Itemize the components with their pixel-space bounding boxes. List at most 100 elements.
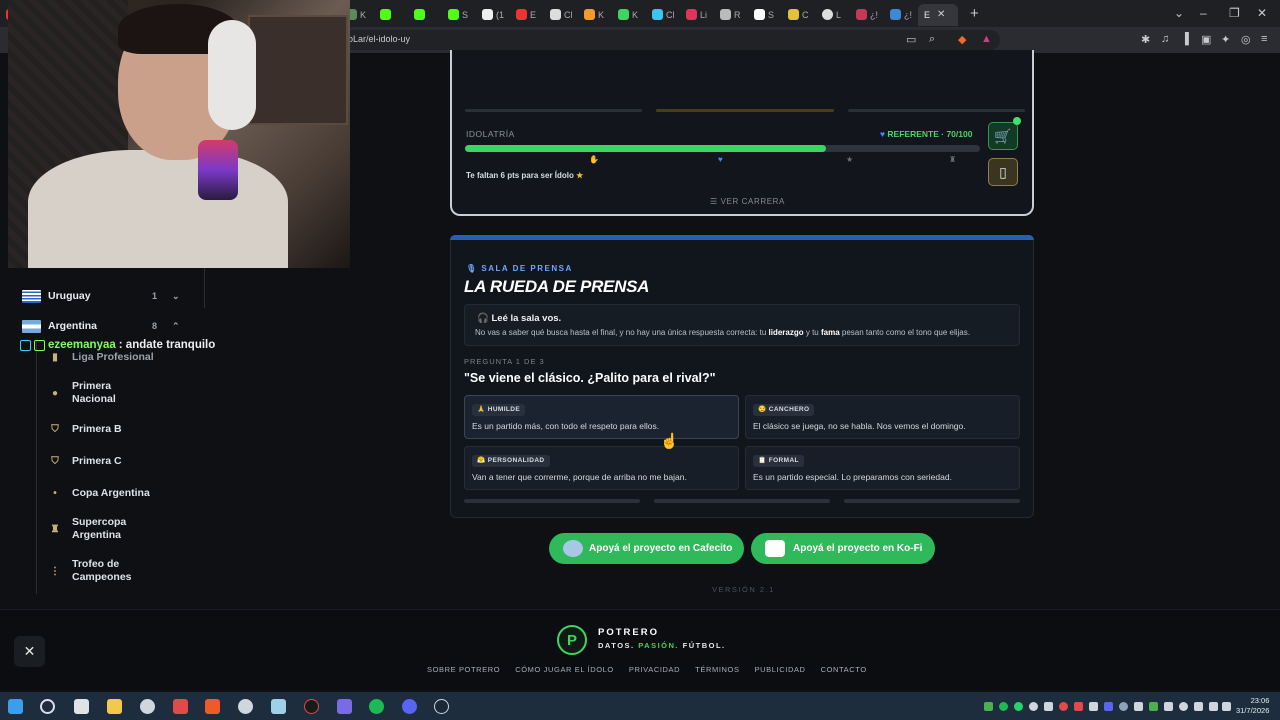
- tray-icon[interactable]: [1134, 702, 1143, 711]
- answer-option-formal[interactable]: 📋 FORMAL Es un partido especial. Lo prep…: [745, 446, 1020, 490]
- league-liga-profesional[interactable]: ▮ Liga Profesional: [48, 349, 198, 365]
- browser-tab-active[interactable]: E ✕: [918, 3, 958, 26]
- browser-tab[interactable]: K: [578, 4, 612, 26]
- browser-tab[interactable]: (1: [476, 4, 510, 26]
- footer-link-terminos[interactable]: TÉRMINOS: [695, 665, 739, 674]
- network-icon[interactable]: [1194, 702, 1203, 711]
- answer-option-canchero[interactable]: 😏 CANCHERO El clásico se juega, no se ha…: [745, 395, 1020, 439]
- zoom-icon[interactable]: ⌕: [929, 33, 935, 46]
- microphone-icon: 🎙: [466, 264, 478, 273]
- brave-icon[interactable]: [205, 699, 220, 714]
- footer-link-privacidad[interactable]: PRIVACIDAD: [629, 665, 680, 674]
- headphones-icon: 🎧: [477, 313, 489, 324]
- country-uruguay[interactable]: Uruguay 1 ⌄: [22, 286, 190, 306]
- vpn-icon[interactable]: ◎: [1241, 33, 1251, 46]
- tray-steam-icon[interactable]: [1119, 702, 1128, 711]
- discord-icon[interactable]: [402, 699, 417, 714]
- answer-option-personalidad[interactable]: 😤 PERSONALIDAD Van a tener que correrme,…: [464, 446, 739, 490]
- obs-icon[interactable]: [238, 699, 253, 714]
- close-tab-icon[interactable]: ✕: [937, 9, 945, 20]
- windows-start-icon[interactable]: [8, 699, 23, 714]
- tab-list-icon[interactable]: ⌄: [1174, 6, 1184, 20]
- steam-icon[interactable]: [434, 699, 449, 714]
- sidebar-icon[interactable]: ▐: [1181, 33, 1189, 45]
- tray-icon[interactable]: [1179, 702, 1188, 711]
- battery-icon[interactable]: [1209, 702, 1218, 711]
- league-copa-argentina[interactable]: • Copa Argentina: [48, 485, 198, 501]
- spotify-icon[interactable]: [369, 699, 384, 714]
- footer-link-sobre-potrero[interactable]: SOBRE POTRERO: [427, 665, 500, 674]
- minimize-icon[interactable]: –: [1200, 6, 1207, 20]
- tray-icon[interactable]: [1149, 702, 1158, 711]
- answer-option-humilde[interactable]: 🙏 HUMILDE Es un partido más, con todo el…: [464, 395, 739, 439]
- hand-marker-icon: ✋: [589, 155, 599, 164]
- close-window-icon[interactable]: ✕: [1257, 6, 1267, 20]
- x-social-button[interactable]: ✕: [14, 636, 45, 667]
- tray-icon[interactable]: [984, 702, 993, 711]
- url-field[interactable]: oLar/el-idolo-uy: [340, 30, 1000, 50]
- league-supercopa-argentina[interactable]: ♜ Supercopa Argentina: [48, 516, 148, 542]
- browser-tab[interactable]: L: [816, 4, 850, 26]
- league-primera-c[interactable]: ⛉ Primera C: [48, 453, 198, 469]
- ver-carrera-button[interactable]: ☰ VER CARRERA: [710, 197, 785, 206]
- tone-tag: 😏 CANCHERO: [753, 404, 815, 416]
- browser-tab[interactable]: Li: [680, 4, 714, 26]
- app-icon[interactable]: [271, 699, 286, 714]
- search-icon[interactable]: [40, 699, 55, 714]
- tray-icon[interactable]: [1059, 702, 1068, 711]
- media-icon[interactable]: ♫: [1161, 33, 1169, 45]
- league-primera-b[interactable]: ⛉ Primera B: [48, 421, 198, 437]
- country-argentina[interactable]: Argentina 8 ⌃: [22, 316, 190, 336]
- tray-discord-icon[interactable]: [1104, 702, 1113, 711]
- app-icon[interactable]: [173, 699, 188, 714]
- browser-tab[interactable]: S: [442, 4, 476, 26]
- taskbar-clock[interactable]: 23:06 31/7/2026: [1236, 696, 1269, 716]
- browser-tab[interactable]: C: [782, 4, 816, 26]
- drive-icon: [652, 9, 663, 20]
- tray-icon[interactable]: [1074, 702, 1083, 711]
- cast-icon[interactable]: ▭: [906, 33, 916, 46]
- potrero-logo[interactable]: P: [557, 625, 587, 655]
- new-tab-icon[interactable]: +: [970, 5, 979, 22]
- browser-tab[interactable]: ¿!: [884, 4, 918, 26]
- browser-tab[interactable]: [374, 4, 408, 26]
- league-primera-nacional[interactable]: ● Primera Nacional: [48, 380, 138, 406]
- kofi-button[interactable]: Apoyá el proyecto en Ko-Fi: [751, 533, 935, 564]
- browser-tab[interactable]: E: [510, 4, 544, 26]
- tray-icon[interactable]: [1044, 702, 1053, 711]
- browser-tab[interactable]: K: [612, 4, 646, 26]
- extensions-icon[interactable]: ✱: [1141, 33, 1150, 46]
- tray-icon[interactable]: [1089, 702, 1098, 711]
- app-icon[interactable]: [304, 699, 319, 714]
- task-view-icon[interactable]: [74, 699, 89, 714]
- supercopa-trophy-icon: ♜: [50, 523, 60, 535]
- leo-icon[interactable]: ✦: [1221, 33, 1230, 46]
- footer-link-publicidad[interactable]: PUBLICIDAD: [755, 665, 806, 674]
- inventory-button[interactable]: ▯: [988, 158, 1018, 186]
- browser-tab[interactable]: [408, 4, 442, 26]
- shop-button[interactable]: 🛒: [988, 122, 1018, 150]
- league-trofeo-de-campeones[interactable]: ⋮ Trofeo de Campeones: [48, 558, 148, 584]
- wallet-icon[interactable]: ▣: [1201, 33, 1211, 46]
- browser-tab[interactable]: S: [748, 4, 782, 26]
- tray-icon[interactable]: [1164, 702, 1173, 711]
- browser-tab[interactable]: Cl: [544, 4, 578, 26]
- footer-link-contacto[interactable]: CONTACTO: [821, 665, 867, 674]
- settings-icon[interactable]: [140, 699, 155, 714]
- menu-icon[interactable]: ≡: [1261, 33, 1267, 45]
- volume-icon[interactable]: [1222, 702, 1231, 711]
- footer-link-como-jugar[interactable]: CÓMO JUGAR EL ÍDOLO: [515, 665, 614, 674]
- browser-tab[interactable]: R: [714, 4, 748, 26]
- app-icon[interactable]: [337, 699, 352, 714]
- browser-tab[interactable]: Cl: [646, 4, 680, 26]
- browser-tab[interactable]: ¿!: [850, 4, 884, 26]
- tray-spotify-icon[interactable]: [999, 702, 1008, 711]
- brave-shield-icon[interactable]: ◆: [958, 33, 966, 46]
- cafecito-button[interactable]: Apoyá el proyecto en Cafecito: [549, 533, 744, 564]
- tray-whatsapp-icon[interactable]: [1014, 702, 1023, 711]
- brave-rewards-icon[interactable]: ▲: [981, 33, 992, 45]
- uruguay-flag-icon: [22, 289, 41, 303]
- file-explorer-icon[interactable]: [107, 699, 122, 714]
- maximize-icon[interactable]: ❐: [1229, 6, 1240, 20]
- tray-icon[interactable]: [1029, 702, 1038, 711]
